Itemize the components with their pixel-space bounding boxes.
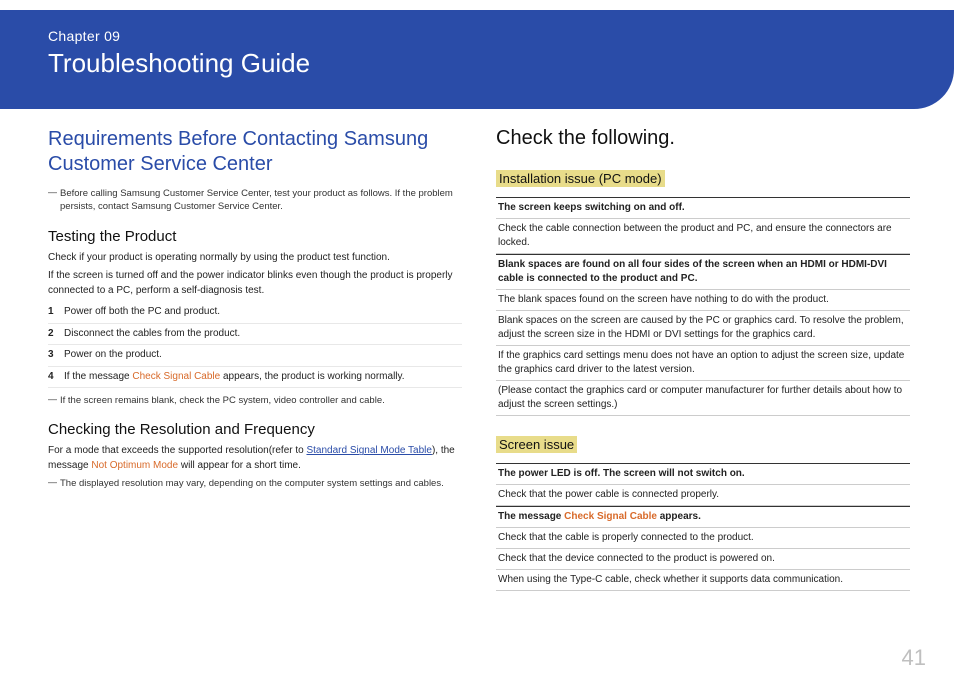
- resfreq-pre: For a mode that exceeds the supported re…: [48, 445, 306, 456]
- note-screen-blank: If the screen remains blank, check the P…: [48, 394, 462, 407]
- table-row: Check that the power cable is connected …: [496, 485, 910, 506]
- chapter-header: Chapter 09 Troubleshooting Guide: [0, 10, 954, 109]
- step-2: 2Disconnect the cables from the product.: [48, 324, 462, 346]
- step-text: Power on the product.: [64, 349, 162, 360]
- testing-intro-1: Check if your product is operating norma…: [48, 251, 462, 266]
- table-row: Blank spaces are found on all four sides…: [496, 254, 910, 290]
- chapter-label: Chapter 09: [48, 28, 954, 44]
- step-text: Disconnect the cables from the product.: [64, 328, 240, 339]
- step-1: 1Power off both the PC and product.: [48, 302, 462, 324]
- check-signal-cable-text: Check Signal Cable: [564, 511, 657, 522]
- row3-pre: The message: [498, 511, 564, 522]
- testing-intro-2: If the screen is turned off and the powe…: [48, 269, 462, 298]
- resolution-frequency-heading: Checking the Resolution and Frequency: [48, 421, 462, 438]
- screen-issue-table: The power LED is off. The screen will no…: [496, 463, 910, 591]
- table-row: Check that the cable is properly connect…: [496, 528, 910, 549]
- table-row: If the graphics card settings menu does …: [496, 346, 910, 381]
- table-row: Check that the device connected to the p…: [496, 549, 910, 570]
- installation-issue-table: The screen keeps switching on and off. C…: [496, 197, 910, 416]
- note-resolution-vary: The displayed resolution may vary, depen…: [48, 477, 462, 490]
- table-row: The power LED is off. The screen will no…: [496, 463, 910, 485]
- content-columns: Requirements Before Contacting Samsung C…: [0, 127, 954, 591]
- row3-post: appears.: [657, 511, 701, 522]
- step-text: Power off both the PC and product.: [64, 306, 220, 317]
- table-row: The screen keeps switching on and off.: [496, 197, 910, 219]
- not-optimum-mode-text: Not Optimum Mode: [91, 460, 178, 471]
- table-row: The message Check Signal Cable appears.: [496, 506, 910, 528]
- check-signal-cable-text: Check Signal Cable: [132, 371, 220, 382]
- standard-signal-mode-table-link[interactable]: Standard Signal Mode Table: [306, 445, 431, 456]
- testing-product-heading: Testing the Product: [48, 228, 462, 245]
- resfreq-post: will appear for a short time.: [178, 460, 301, 471]
- testing-steps: 1Power off both the PC and product. 2Dis…: [48, 302, 462, 388]
- page-number: 41: [902, 645, 926, 671]
- table-row: Check the cable connection between the p…: [496, 219, 910, 254]
- check-following-heading: Check the following.: [496, 127, 910, 150]
- table-row: The blank spaces found on the screen hav…: [496, 290, 910, 311]
- table-row: When using the Type-C cable, check wheth…: [496, 570, 910, 591]
- screen-issue-heading: Screen issue: [496, 436, 577, 453]
- resolution-frequency-text: For a mode that exceeds the supported re…: [48, 444, 462, 473]
- installation-issue-heading: Installation issue (PC mode): [496, 170, 665, 187]
- chapter-title: Troubleshooting Guide: [48, 48, 954, 79]
- step4-post: appears, the product is working normally…: [220, 371, 404, 382]
- step-4: 4 If the message Check Signal Cable appe…: [48, 367, 462, 389]
- step-3: 3Power on the product.: [48, 345, 462, 367]
- right-column: Check the following. Installation issue …: [496, 127, 910, 591]
- table-row: (Please contact the graphics card or com…: [496, 381, 910, 416]
- note-before-calling: Before calling Samsung Customer Service …: [48, 187, 462, 214]
- requirements-heading: Requirements Before Contacting Samsung C…: [48, 127, 462, 177]
- table-row: Blank spaces on the screen are caused by…: [496, 311, 910, 346]
- step4-pre: If the message: [64, 371, 132, 382]
- left-column: Requirements Before Contacting Samsung C…: [48, 127, 462, 591]
